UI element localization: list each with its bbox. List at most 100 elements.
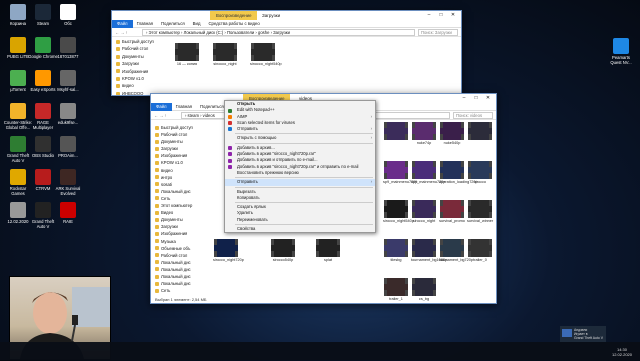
nav-arrows-icon[interactable]: ←→↑ — [112, 30, 142, 35]
tab-home[interactable]: Главная — [133, 21, 157, 26]
tab-share[interactable]: Поделиться — [157, 21, 189, 26]
nav-item[interactable]: Загрузки — [116, 60, 158, 67]
minimize-button[interactable]: – — [423, 11, 435, 20]
menu-item[interactable]: Открыть с помощью › — [225, 135, 375, 141]
menu-item[interactable]: Свойства — [225, 226, 375, 232]
menu-item[interactable]: Копировать — [225, 195, 375, 201]
notification-toast[interactable]: Андзели Играет в Grand Theft Auto V — [560, 326, 606, 342]
video-file-tile[interactable]: nuke74p — [411, 122, 437, 145]
clock[interactable]: 14:30 12.02.2020 — [612, 347, 632, 357]
video-file-tile[interactable]: sp9_mainmenu720p — [383, 161, 417, 184]
video-file-tile[interactable]: sirocco_night — [411, 200, 437, 223]
video-file-tile[interactable]: tournament_bg1080p — [411, 239, 447, 262]
menu-separator — [235, 224, 373, 226]
tab-file[interactable]: Файл — [112, 19, 133, 28]
nav-item[interactable]: Сеть — [155, 195, 197, 202]
nav-item[interactable]: видео — [155, 167, 197, 174]
nav-item[interactable]: Локальный дис — [155, 280, 197, 287]
file-name: nuke74p — [416, 141, 432, 145]
video-file-tile[interactable]: trailer_0 — [467, 239, 493, 262]
nav-item[interactable]: Рабочий стол — [116, 45, 158, 52]
nav-item[interactable]: Быстрый доступ — [155, 124, 197, 131]
video-file-tile[interactable]: tilesbg — [383, 239, 409, 262]
nav-item[interactable]: Документы — [116, 53, 158, 60]
menu-separator — [235, 133, 373, 135]
desktop-icon[interactable]: PROAim... — [53, 136, 83, 158]
menu-item[interactable]: Переименовать — [225, 217, 375, 223]
tab-share[interactable]: Поделиться — [196, 104, 228, 109]
video-file-tile[interactable]: sinocco_night — [212, 43, 238, 66]
nav-item[interactable]: sosati — [155, 181, 197, 188]
close-button[interactable]: ✕ — [482, 94, 494, 103]
video-file-tile[interactable]: sp9_mainmenu720p — [411, 161, 445, 184]
video-file-tile[interactable]: splat — [315, 239, 341, 262]
nav-item[interactable]: Локальный дис — [155, 266, 197, 273]
video-thumbnail — [316, 239, 340, 257]
video-file-tile[interactable] — [467, 122, 493, 141]
menu-item[interactable]: Отправить › — [225, 179, 375, 186]
desktop-icon[interactable]: 187013877 — [53, 37, 83, 59]
search-input[interactable]: Поиск: videos — [453, 111, 493, 119]
nav-item[interactable]: интро — [155, 174, 197, 181]
nav-item[interactable]: Изображения — [155, 230, 197, 237]
app-icon — [60, 202, 76, 218]
tab-file[interactable]: Файл — [151, 102, 172, 111]
desktop-icon[interactable]: eduk9fse... — [53, 103, 83, 125]
nav-item[interactable]: Этот компьютер — [155, 202, 197, 209]
video-file-tile[interactable]: 16 — копия — [174, 43, 200, 66]
nav-item[interactable]: Видео — [155, 209, 197, 216]
maximize-button[interactable]: □ — [435, 11, 447, 20]
minimize-button[interactable]: – — [458, 94, 470, 103]
video-file-tile[interactable]: sirocco_night540p — [383, 200, 414, 223]
video-file-tile[interactable]: operation_loading720p — [439, 161, 478, 184]
nav-item[interactable]: Музыка — [155, 238, 197, 245]
video-file-tile[interactable]: sirocco_night720p — [213, 239, 244, 262]
context-tab[interactable]: Воспроизведение — [210, 11, 258, 20]
menu-item[interactable]: Восстановить прежнюю версию — [225, 170, 375, 176]
video-file-tile[interactable]: sirocco — [467, 161, 493, 184]
video-file-tile[interactable]: nuke540p — [439, 122, 465, 145]
nav-item[interactable]: Локальный дис — [155, 259, 197, 266]
menu-item[interactable]: Отправить › — [225, 126, 375, 132]
nav-item[interactable]: Рабочий стол — [155, 131, 197, 138]
close-button[interactable]: ✕ — [447, 11, 459, 20]
explorer-window-downloads[interactable]: Воспроизведение Загрузки – □ ✕ Файл Глав… — [111, 10, 462, 96]
video-file-tile[interactable]: survival_winner — [467, 200, 493, 223]
nav-item[interactable]: Локальный дис — [155, 273, 197, 280]
nav-item[interactable]: Рабочий стол — [155, 252, 197, 259]
address-bar[interactable]: › Этот компьютер › Локальный диск (C:) ›… — [142, 28, 415, 36]
tab-view[interactable]: Вид — [189, 21, 205, 26]
nav-item[interactable]: Изображения — [155, 152, 197, 159]
nav-item[interactable]: Быстрый доступ — [116, 38, 158, 45]
nav-item[interactable]: Локальный дис — [155, 188, 197, 195]
video-file-tile[interactable]: sinocco_night540p — [250, 43, 282, 66]
nav-item[interactable]: KPOW v1.0 — [116, 75, 158, 82]
nav-item[interactable]: Документы — [155, 138, 197, 145]
nav-arrows-icon[interactable]: ←→↑ — [151, 113, 181, 118]
desktop-icon[interactable]: Msyhf-sal... — [53, 70, 83, 92]
desktop-icon[interactable]: RAIE — [53, 202, 83, 224]
nav-item[interactable]: Загрузки — [155, 223, 197, 230]
menu-item-label: Открыть с помощью — [237, 135, 277, 141]
desktop-icon[interactable]: Обс — [53, 4, 83, 26]
desktop-icon[interactable]: ARK Survival Evolved — [53, 169, 83, 196]
menu-item-icon — [228, 152, 232, 157]
nav-item[interactable]: Загрузки — [155, 145, 197, 152]
title-bar[interactable]: Воспроизведение Загрузки – □ ✕ — [112, 11, 461, 20]
nav-item[interactable]: KPOW v1.0 — [155, 159, 197, 166]
video-file-tile[interactable] — [383, 122, 409, 141]
desktop-icon[interactable]: Peamarts Quest NV... — [606, 38, 636, 65]
nav-item[interactable]: Изображения — [116, 68, 158, 75]
video-file-tile[interactable]: sirocco540p — [270, 239, 296, 262]
nav-item[interactable]: видео — [116, 82, 158, 89]
maximize-button[interactable]: □ — [470, 94, 482, 103]
video-file-tile[interactable]: tournament_bg720p — [439, 239, 473, 262]
nav-item[interactable]: Сеть — [155, 287, 197, 294]
desktop-icon-label: RAIE — [63, 219, 73, 224]
tab-home[interactable]: Главная — [172, 104, 196, 109]
nav-item[interactable]: Документы — [155, 216, 197, 223]
video-file-tile[interactable]: survival_promo — [439, 200, 465, 223]
search-input[interactable]: Поиск: Загрузки — [418, 28, 458, 36]
tab-video-tools[interactable]: Средства работы с видео — [204, 21, 263, 26]
nav-item[interactable]: Объемные объ — [155, 245, 197, 252]
